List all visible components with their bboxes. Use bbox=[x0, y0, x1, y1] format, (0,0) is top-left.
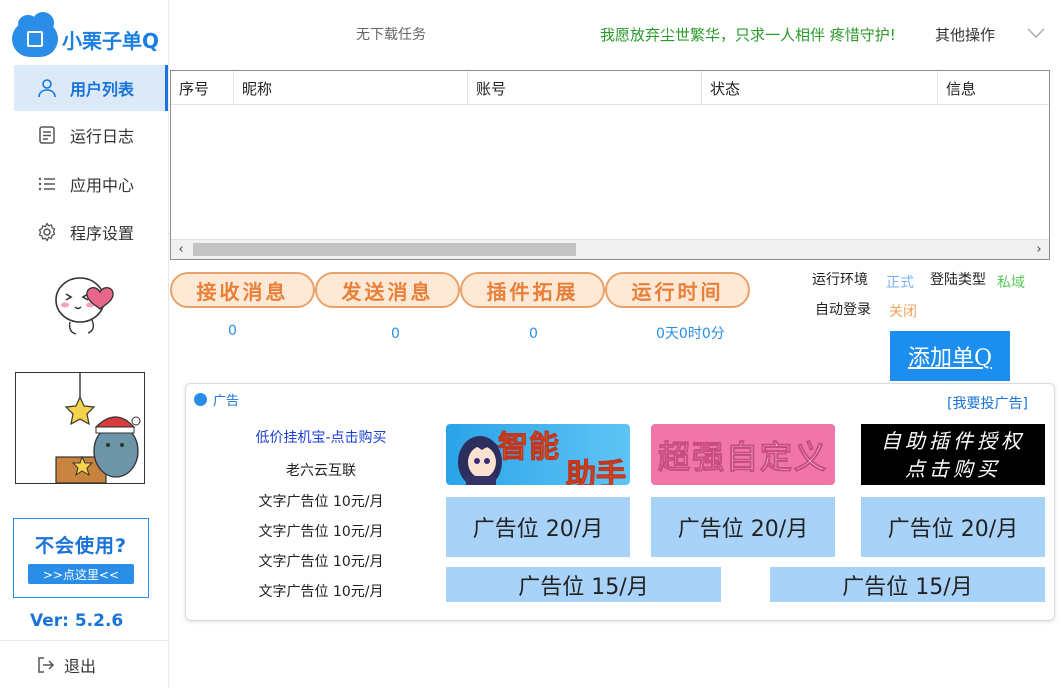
scroll-right-icon[interactable]: › bbox=[1029, 240, 1049, 259]
text-ad-slot[interactable]: 文字广告位 10元/月 bbox=[226, 521, 416, 541]
text-ad-slot[interactable]: 文字广告位 10元/月 bbox=[226, 491, 416, 511]
app-logo: 小栗子单Q bbox=[12, 12, 160, 60]
other-operations-menu[interactable]: 其他操作 bbox=[935, 24, 995, 45]
scroll-left-icon[interactable]: ‹ bbox=[171, 240, 191, 259]
image-ad-text: 超强自定义 bbox=[657, 437, 828, 476]
sidebar-item-user-list[interactable]: 用户列表 bbox=[14, 65, 168, 111]
ad-panel: 广告 [我要投广告] 低价挂机宝-点击购买 老六云互联 文字广告位 10元/月 … bbox=[185, 383, 1055, 621]
auto-login-label: 自动登录 bbox=[815, 302, 871, 318]
table-header: 序号 昵称 账号 状态 信息 bbox=[171, 71, 1049, 105]
ad-title-label: 广告 bbox=[213, 394, 240, 409]
image-ad-text-bottom: 助手 bbox=[566, 458, 627, 486]
logout-icon bbox=[38, 656, 55, 673]
image-ad-smart-assistant[interactable]: 智能 助手 bbox=[446, 424, 630, 485]
plugin-extensions-pill: 插件拓展 bbox=[460, 272, 605, 308]
image-ad-text: 自助插件授权 点击购买 bbox=[881, 428, 1025, 481]
text-ad-link[interactable]: 低价挂机宝-点击购买 bbox=[226, 427, 416, 447]
sidebar-item-label: 用户列表 bbox=[70, 80, 135, 99]
gear-icon bbox=[36, 221, 58, 243]
run-env-label: 运行环境 bbox=[812, 272, 868, 288]
list-icon bbox=[36, 173, 58, 195]
ad-title: 广告 bbox=[194, 390, 239, 409]
sidebar-item-label: 程序设置 bbox=[70, 224, 135, 243]
column-header-status[interactable]: 状态 bbox=[702, 71, 938, 105]
image-ad-customization[interactable]: 超强自定义 bbox=[651, 424, 835, 485]
run-time-pill: 运行时间 bbox=[605, 272, 750, 308]
ad-slot-20[interactable]: 广告位 20/月 bbox=[861, 497, 1045, 557]
logout-button[interactable]: 退出 bbox=[0, 640, 169, 688]
sidebar-item-label: 运行日志 bbox=[70, 127, 135, 146]
receive-messages-pill: 接收消息 bbox=[170, 272, 315, 308]
ad-slot-15[interactable]: 广告位 15/月 bbox=[446, 567, 721, 602]
login-type-value[interactable]: 私域 bbox=[997, 272, 1025, 292]
plugin-extensions-count: 0 bbox=[529, 326, 538, 342]
sidebar-item-label: 应用中心 bbox=[70, 176, 135, 195]
send-messages-pill: 发送消息 bbox=[315, 272, 460, 308]
text-ad-slot[interactable]: 文字广告位 10元/月 bbox=[226, 581, 416, 601]
login-type-label: 登陆类型 bbox=[930, 272, 986, 288]
help-title: 不会使用? bbox=[34, 535, 128, 557]
column-header-index[interactable]: 序号 bbox=[171, 71, 234, 105]
image-ad-plugin-auth[interactable]: 自助插件授权 点击购买 bbox=[861, 424, 1045, 485]
send-messages-count: 0 bbox=[391, 326, 400, 342]
ad-slot-20[interactable]: 广告位 20/月 bbox=[651, 497, 835, 557]
help-banner[interactable]: 不会使用? >>点这里<< bbox=[13, 518, 149, 598]
version-label: Ver: 5.2.6 bbox=[30, 611, 124, 631]
download-task-status: 无下载任务 bbox=[356, 27, 426, 43]
chevron-down-icon[interactable] bbox=[1026, 26, 1046, 40]
sticker-image bbox=[48, 270, 130, 336]
add-account-button[interactable]: 添加单Q bbox=[890, 331, 1010, 381]
sidebar-item-app-center[interactable]: 应用中心 bbox=[0, 161, 169, 207]
user-icon bbox=[36, 77, 58, 99]
logout-label: 退出 bbox=[64, 656, 97, 676]
run-env-value[interactable]: 正式 bbox=[886, 272, 914, 292]
run-time-value: 0天0时0分 bbox=[656, 326, 725, 342]
column-header-nickname[interactable]: 昵称 bbox=[234, 71, 468, 105]
help-link-button[interactable]: >>点这里<< bbox=[28, 564, 134, 584]
cloud-chip-icon bbox=[12, 12, 58, 57]
apply-ad-link[interactable]: [我要投广告] bbox=[947, 393, 1028, 413]
horizontal-scrollbar[interactable]: ‹ › bbox=[171, 239, 1049, 259]
ad-slot-15[interactable]: 广告位 15/月 bbox=[770, 567, 1045, 602]
slogan-text: 我愿放弃尘世繁华，只求一人相伴 疼惜守护! bbox=[600, 26, 896, 44]
receive-messages-count: 0 bbox=[228, 323, 237, 339]
column-header-info[interactable]: 信息 bbox=[938, 71, 1049, 105]
scrollbar-thumb[interactable] bbox=[193, 243, 576, 256]
auto-login-value[interactable]: 关闭 bbox=[889, 301, 917, 321]
sidebar-item-run-log[interactable]: 运行日志 bbox=[0, 112, 169, 158]
sidebar-item-settings[interactable]: 程序设置 bbox=[0, 209, 169, 255]
image-ad-text-top: 智能 bbox=[498, 430, 560, 466]
text-ad-slot[interactable]: 文字广告位 10元/月 bbox=[226, 551, 416, 571]
ad-slot-20[interactable]: 广告位 20/月 bbox=[446, 497, 630, 557]
column-header-account[interactable]: 账号 bbox=[468, 71, 702, 105]
app-name: 小栗子单Q bbox=[62, 28, 160, 53]
log-icon bbox=[36, 124, 58, 146]
user-table: 序号 昵称 账号 状态 信息 ‹ › bbox=[170, 70, 1050, 260]
ad-dot-icon bbox=[194, 393, 207, 406]
cat-sticker-image bbox=[15, 372, 145, 484]
sidebar: 小栗子单Q 用户列表 运行日志 应用中心 程序设置 不会使用? >>点这里<< … bbox=[0, 0, 169, 688]
text-ad-link[interactable]: 老六云互联 bbox=[226, 460, 416, 480]
